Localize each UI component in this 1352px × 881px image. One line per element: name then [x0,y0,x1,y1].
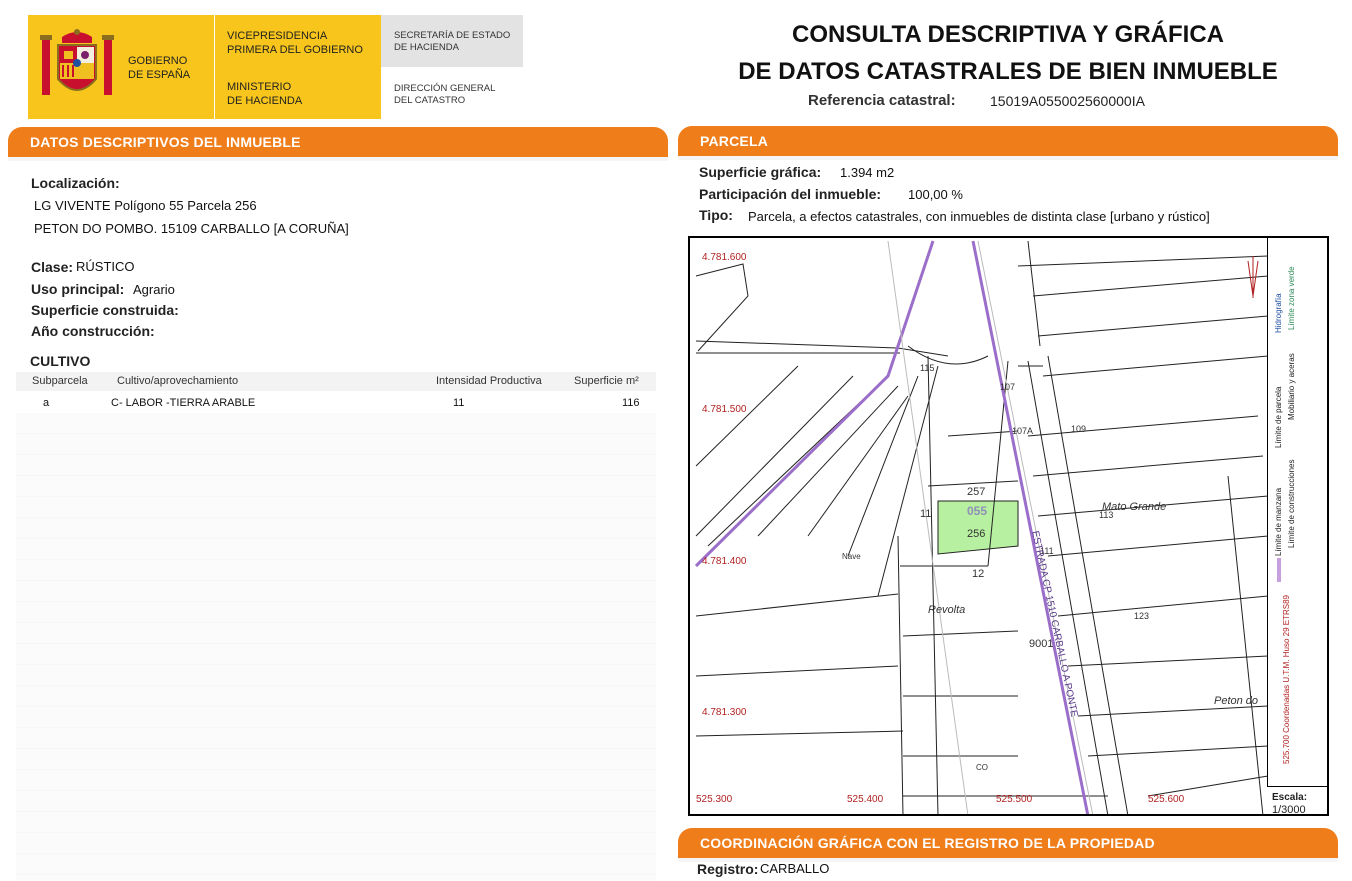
section-shadow [8,157,668,161]
parcel-label: 257 [967,486,986,498]
page-title: CONSULTA DESCRIPTIVA Y GRÁFICA DE DATOS … [700,16,1316,90]
parcel-label: 115 [920,363,935,373]
scale-label: Escala: [1272,792,1308,803]
section-coordinacion: COORDINACIÓN GRÁFICA CON EL REGISTRO DE … [678,828,1338,858]
vp-line2: PRIMERA DEL GOBIERNO [227,44,363,56]
parcel-label: 123 [1134,611,1150,621]
parcel-label: 107A [1012,426,1034,436]
participacion-label: Participación del inmueble: [699,186,882,202]
clase-label: Clase: [31,259,74,275]
x-coord-label: 525.500 [996,794,1033,805]
uso-label: Uso principal: [31,281,125,297]
localizacion-label: Localización: [31,175,120,191]
y-coord-label: 4.781.400 [702,556,747,567]
clase-value: RÚSTICO [76,259,135,274]
legend-parcela: Límite de parcela [1274,386,1283,448]
min-line1: MINISTERIO [227,81,292,93]
x-coord-label: 525.400 [847,794,884,805]
legend-mobiliario: Mobiliario y aceras [1287,353,1296,420]
min-line2: DE HACIENDA [227,95,303,107]
parcel-label: 9001 [1029,638,1054,650]
y-coord-label: 4.781.300 [702,707,747,718]
ref-value: 15019A055002560000IA [990,93,1145,109]
localizacion-line1: LG VIVENTE Polígono 55 Parcela 256 [34,198,257,213]
legend-coordenadas: 525.700 Coordenadas U.T.M. Huso 29 ETRS8… [1282,595,1291,764]
tipo-value: Parcela, a efectos catastrales, con inmu… [748,209,1210,224]
x-coord-label: 525.300 [696,794,733,805]
sec-line1: SECRETARÍA DE ESTADO [394,30,511,41]
place-name: Revolta [928,604,966,616]
tipo-label: Tipo: [699,207,733,223]
cultivo-table-header [16,372,656,391]
y-coord-label: 4.781.600 [702,252,747,263]
gov-line2: DE ESPAÑA [128,69,191,81]
col-subparcela: Subparcela [32,375,88,387]
cultivo-title: CULTIVO [30,353,91,369]
row-cultivo: C- LABOR -TIERRA ARABLE [111,397,256,409]
building-label: CO [976,763,988,772]
legend-road-swatch [1277,558,1281,582]
row-subparcela: a [43,397,50,409]
col-intensidad: Intensidad Productiva [436,375,542,387]
y-coord-label: 4.781.500 [702,404,747,415]
building-label: Nave [842,552,861,561]
x-coord-label: 525.600 [1148,794,1185,805]
superficie-grafica-value: 1.394 m2 [840,165,895,180]
legend-zona-verde: Límite zona verde [1287,266,1296,330]
cadastral-map[interactable]: 4.781.600 4.781.500 4.781.400 4.781.300 … [688,236,1329,816]
place-name: Mato Grande [1102,501,1167,513]
parcel-label: 107 [1000,382,1016,392]
superficie-grafica-label: Superficie gráfica: [699,164,822,180]
superficie-construida-label: Superficie construida: [31,302,179,318]
registro-label: Registro: [697,861,759,877]
parcel-label: 12 [972,568,985,580]
ano-construccion-label: Año construcción: [31,323,155,339]
legend-construcciones: Límite de construcciones [1287,459,1296,549]
legend-divider [1267,238,1268,786]
parcel-label: 109 [1071,424,1087,434]
parcel-label: 11 [920,508,932,520]
participacion-value: 100,00 % [908,187,963,202]
col-superficie: Superficie m² [574,375,639,387]
dir-line2: DEL CATASTRO [394,95,466,106]
registro-value: CARBALLO [760,861,830,876]
sec-line2: DE HACIENDA [394,42,459,53]
scale-divider [1267,786,1327,787]
title-line1: CONSULTA DESCRIPTIVA Y GRÁFICA [791,21,1225,48]
polygon-label: 055 [967,504,988,518]
row-superficie: 116 [622,397,640,409]
vp-line1: VICEPRESIDENCIA [227,30,328,42]
ref-label: Referencia catastral: [808,92,956,109]
section-parcela: PARCELA [678,126,1338,156]
uso-value: Agrario [133,282,175,297]
place-name: Peton do [1214,695,1259,707]
title-line2: DE DATOS CATASTRALES DE BIEN INMUEBLE [738,58,1278,85]
map-drawing [694,240,1269,814]
empty-table-area [16,413,656,881]
dir-line1: DIRECCIÓN GENERAL [394,83,496,94]
section-shadow [678,156,1338,160]
scale-value: 1/3000 [1272,804,1306,816]
legend-hidrografia: Hidrografía [1274,293,1283,333]
logo-divider [214,15,215,119]
coat-of-arms-icon [40,29,114,95]
col-cultivo: Cultivo/aprovechamiento [117,375,239,387]
row-intensidad: 11 [453,397,465,409]
section-datos-descriptivos: DATOS DESCRIPTIVOS DEL INMUEBLE [8,127,668,157]
legend-manzana: Límite de manzana [1274,487,1283,556]
localizacion-line2: PETON DO POMBO. 15109 CARBALLO [A CORUÑA… [34,221,349,236]
gov-line1: GOBIERNO [128,55,188,67]
parcel-label-selected: 256 [967,528,986,540]
